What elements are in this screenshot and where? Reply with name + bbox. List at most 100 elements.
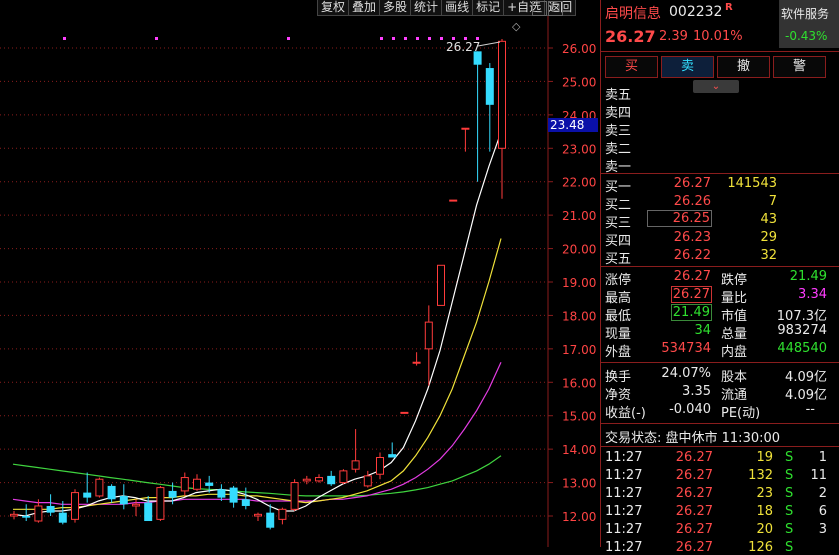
total-volume-label: 总量 (721, 327, 748, 342)
tick-side: S (785, 450, 794, 465)
inner-volume-value: 448540 (777, 341, 827, 356)
eps-label: 收益(-) (605, 406, 646, 421)
price-change: 2.39 (659, 29, 688, 44)
bid5-label: 买五 (605, 252, 632, 267)
minimize-icon[interactable]: _ (532, 1, 547, 16)
maximize-icon[interactable]: □ (548, 1, 563, 16)
ask5-label: 卖五 (605, 88, 632, 103)
tick-time: 11:27 (605, 468, 643, 483)
low-value: 21.49 (671, 304, 712, 321)
candle-body-down (58, 512, 67, 523)
current-price-label: 23.48 (550, 118, 584, 132)
candle-body-up (437, 264, 445, 306)
sector-change: -0.43% (785, 29, 828, 43)
candle-body-up (180, 477, 189, 492)
candle-body-up (278, 508, 287, 520)
candle-body-down (168, 490, 177, 498)
high-price-annotation: 26.27 (446, 40, 480, 54)
stock-name: 启明信息 (605, 6, 661, 22)
high-label: 最高 (605, 291, 632, 306)
ask4-label: 卖四 (605, 106, 632, 121)
signal-marker (63, 37, 66, 40)
price-change-pct: 10.01% (693, 29, 743, 44)
tick-price: 26.27 (675, 468, 713, 483)
y-tick-label: 17.00 (562, 343, 596, 357)
turnover-label: 换手 (605, 370, 632, 385)
multi-stock-button[interactable]: 多股 (379, 0, 412, 16)
y-tick-label: 25.00 (562, 75, 596, 89)
stock-code: 002232 (669, 4, 723, 20)
r-mark-badge: R (725, 2, 733, 13)
candle-body-up (400, 411, 409, 414)
tick-time: 11:27 (605, 450, 643, 465)
inner-volume-label: 内盘 (721, 345, 748, 360)
chart-grid (0, 47, 548, 517)
candle-body-down (46, 505, 55, 513)
bid3-price: 26.25 (647, 210, 712, 227)
y-tick-label: 20.00 (562, 243, 596, 257)
overlay-button[interactable]: 叠加 (348, 0, 381, 16)
alert-button[interactable]: 警 (773, 56, 826, 78)
candle-body-down (388, 454, 397, 458)
ask2-label: 卖二 (605, 142, 632, 157)
sell-button[interactable]: 卖 (661, 56, 714, 78)
share-capital-value: 4.09亿 (785, 370, 827, 385)
kline-chart[interactable]: 26.0025.0024.0023.0022.0021.0020.0019.00… (0, 16, 599, 547)
y-tick-label: 19.00 (562, 276, 596, 290)
limit-up-label: 涨停 (605, 273, 632, 288)
float-shares-value: 4.09亿 (785, 388, 827, 403)
net-assets-value: 3.35 (682, 384, 711, 399)
tick-time: 11:27 (605, 540, 643, 555)
signal-marker (155, 37, 158, 40)
candle-body-down (485, 68, 494, 105)
mark-button[interactable]: 标记 (472, 0, 505, 16)
sector-box[interactable]: 软件服务 -0.43% (779, 0, 839, 48)
y-tick-label: 21.00 (562, 209, 596, 223)
candle-body-up (461, 127, 470, 130)
ma60-line (12, 455, 502, 497)
tick-price: 26.27 (675, 540, 713, 555)
volume-ratio-value: 3.34 (798, 287, 827, 302)
trade-status: 交易状态: 盘中休市 11:30:00 (605, 431, 781, 446)
buy-button[interactable]: 买 (605, 56, 658, 78)
expand-chevron-icon[interactable]: ⌄ (693, 80, 739, 93)
candle-body-down (217, 489, 226, 498)
net-assets-label: 净资 (605, 388, 632, 403)
eps-value: -0.040 (669, 402, 711, 417)
statistics-button[interactable]: 统计 (410, 0, 443, 16)
last-price: 26.27 (605, 27, 656, 46)
ask3-label: 卖三 (605, 124, 632, 139)
tick-side: S (785, 540, 794, 555)
bid4-volume: 29 (760, 230, 777, 245)
candle-body-up (339, 470, 348, 484)
candle-body-up (412, 361, 421, 364)
candle-body-up (254, 513, 262, 517)
candle-body-up (498, 40, 506, 149)
pe-value: -- (805, 402, 815, 417)
y-tick-label: 14.00 (562, 443, 596, 457)
quote-panel: 启明信息 002232 R 软件服务 -0.43% 26.27 2.39 10.… (600, 0, 839, 555)
limit-down-label: 跌停 (721, 273, 748, 288)
candle-body-up (315, 477, 323, 482)
limit-up-value: 26.27 (673, 269, 711, 284)
signal-marker (440, 37, 443, 40)
bid1-label: 买一 (605, 180, 632, 195)
price-axis: 26.0025.0024.0023.0022.0021.0020.0019.00… (548, 42, 596, 524)
tick-count: 3 (818, 522, 827, 537)
bid2-volume: 7 (768, 194, 777, 209)
tick-side: S (785, 504, 794, 519)
restore-rights-button[interactable]: 复权 (317, 0, 350, 16)
tick-time: 11:27 (605, 486, 643, 501)
limit-down-value: 21.49 (789, 269, 827, 284)
high-value: 26.27 (671, 286, 712, 303)
candle-body-down (229, 487, 238, 503)
tick-count: 6 (818, 504, 827, 519)
draw-line-button[interactable]: 画线 (441, 0, 474, 16)
tick-count: 1 (818, 450, 827, 465)
tick-price: 26.27 (675, 486, 713, 501)
candle-body-up (95, 478, 104, 497)
cancel-order-button[interactable]: 撤 (717, 56, 770, 78)
candle-body-up (376, 457, 384, 475)
candle-body-down (205, 482, 214, 486)
current-volume-value: 34 (694, 323, 711, 338)
